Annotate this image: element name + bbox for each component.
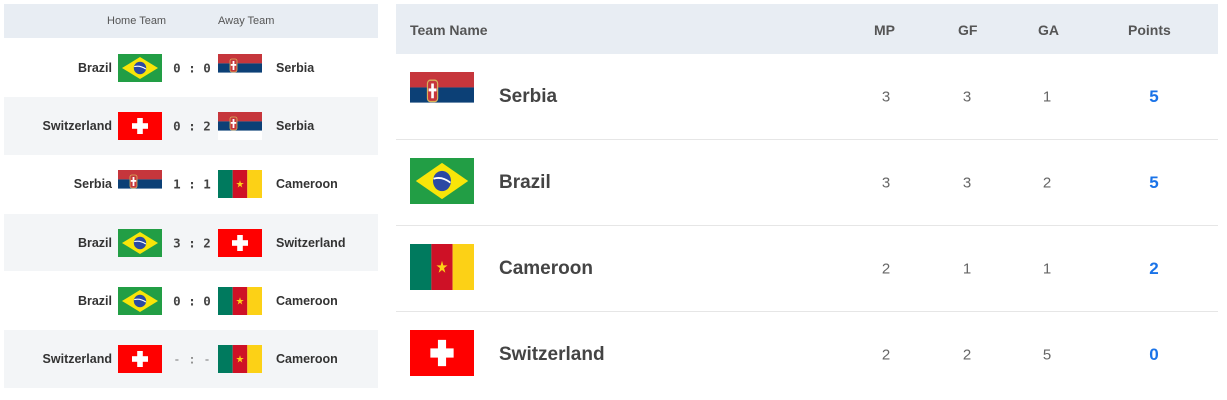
- matches-played: 3: [881, 174, 891, 191]
- home-team-name: Brazil: [77, 235, 112, 250]
- match-row[interactable]: Switzerland 0 : 2 Serbia: [4, 96, 378, 155]
- home-team-name: Serbia: [73, 177, 112, 192]
- flag-serbia-icon: [410, 72, 474, 118]
- goals-for: 1: [962, 260, 972, 277]
- flag-switzerland-icon: [410, 330, 474, 376]
- matches-played: 3: [881, 88, 891, 105]
- points-value: 5: [1149, 86, 1159, 106]
- mp-header: MP: [874, 22, 895, 38]
- standings-row[interactable]: Brazil 3 3 2 5: [396, 140, 1218, 226]
- home-team-header: Home Team: [107, 15, 167, 27]
- flag-serbia-icon: [218, 53, 262, 82]
- match-row[interactable]: Brazil 3 : 2 Switzerland: [4, 212, 378, 272]
- flag-brazil-icon: [118, 228, 162, 257]
- gf-header: GF: [958, 22, 978, 38]
- matches-played: 2: [881, 346, 891, 364]
- match-score: 3 : 2: [173, 235, 211, 251]
- flag-cameroon-icon: [218, 345, 262, 374]
- home-team-name: Switzerland: [42, 118, 112, 133]
- match-score: 0 : 0: [173, 60, 211, 76]
- team-name[interactable]: Serbia: [499, 86, 557, 108]
- flag-cameroon-icon: [218, 170, 262, 199]
- flag-switzerland-icon: [118, 111, 162, 140]
- goals-against: 1: [1042, 260, 1052, 277]
- goals-for: 2: [962, 346, 972, 364]
- match-list: Home Team Away Team Brazil 0 : 0 Serbia Swi…: [4, 4, 378, 396]
- standings-row[interactable]: Cameroon 2 1 1 2: [396, 226, 1218, 312]
- home-team-name: Switzerland: [42, 352, 112, 367]
- matches-played: 2: [881, 260, 891, 277]
- standings-table: Team Name MP GF GA Points Serbia 3 3 1 5 Braz…: [396, 4, 1218, 396]
- standings-row[interactable]: Serbia 3 3 1 5: [396, 54, 1218, 140]
- home-team-name: Brazil: [77, 60, 112, 75]
- team-name[interactable]: Switzerland: [499, 344, 605, 366]
- away-team-name: Serbia: [276, 118, 315, 133]
- match-row[interactable]: Switzerland - : - Cameroon: [4, 329, 378, 388]
- standings-header: Team Name MP GF GA Points: [396, 4, 1218, 54]
- flag-cameroon-icon: [218, 286, 262, 315]
- goals-for: 3: [962, 88, 972, 105]
- away-team-name: Cameroon: [276, 352, 338, 367]
- points-value: 2: [1149, 258, 1159, 278]
- ga-header: GA: [1038, 22, 1059, 38]
- match-row[interactable]: Brazil 0 : 0 Cameroon: [4, 271, 378, 329]
- flag-brazil-icon: [118, 286, 162, 315]
- team-name[interactable]: Cameroon: [499, 258, 593, 280]
- standings-row[interactable]: Switzerland 2 2 5 0: [396, 312, 1218, 398]
- match-score: 0 : 2: [173, 118, 211, 134]
- goals-against: 1: [1042, 88, 1052, 105]
- points-value: 5: [1149, 172, 1159, 192]
- points-value: 0: [1149, 345, 1159, 364]
- match-row[interactable]: Serbia 1 : 1 Cameroon: [4, 154, 378, 213]
- team-name-header: Team Name: [410, 22, 488, 38]
- flag-serbia-icon: [218, 111, 262, 140]
- match-score: 0 : 0: [173, 293, 211, 309]
- goals-against: 2: [1042, 174, 1052, 191]
- flag-cameroon-icon: [410, 244, 474, 290]
- goals-for: 3: [962, 174, 972, 191]
- team-name[interactable]: Brazil: [499, 172, 551, 194]
- away-team-name: Switzerland: [276, 235, 346, 250]
- flag-switzerland-icon: [118, 345, 162, 374]
- match-list-header: Home Team Away Team: [4, 4, 378, 38]
- flag-brazil-icon: [410, 158, 474, 204]
- away-team-header: Away Team: [218, 15, 275, 27]
- away-team-name: Cameroon: [276, 293, 338, 308]
- home-team-name: Brazil: [77, 293, 112, 308]
- away-team-name: Serbia: [276, 60, 315, 75]
- away-team-name: Cameroon: [276, 177, 338, 192]
- match-score: - : -: [173, 351, 211, 367]
- flag-serbia-icon: [118, 170, 162, 199]
- goals-against: 5: [1042, 346, 1052, 364]
- flag-brazil-icon: [118, 53, 162, 82]
- match-score: 1 : 1: [173, 176, 211, 192]
- flag-switzerland-icon: [218, 228, 262, 257]
- match-row[interactable]: Brazil 0 : 0 Serbia: [4, 38, 378, 96]
- points-header: Points: [1128, 22, 1171, 38]
